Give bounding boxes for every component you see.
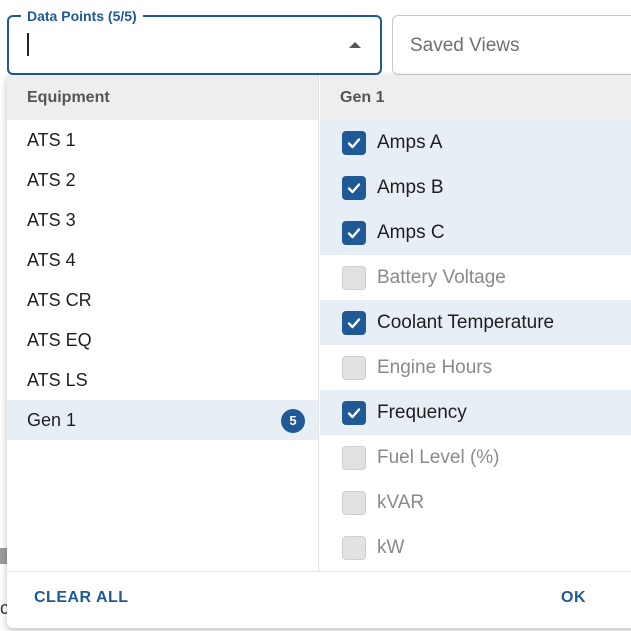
equipment-item[interactable]: Gen 1 5 (7, 400, 318, 440)
data-points-search-input[interactable] (25, 31, 325, 59)
ok-button[interactable]: OK (561, 589, 586, 607)
equipment-item-label: ATS 2 (27, 170, 76, 190)
equipment-item[interactable]: ATS CR (7, 280, 318, 320)
checkbox-unchecked-icon[interactable] (342, 445, 366, 470)
text-cursor (27, 33, 29, 56)
data-point-item[interactable]: Coolant Temperature (320, 300, 631, 345)
checkbox-checked-icon[interactable] (342, 400, 366, 425)
checkbox-unchecked-icon[interactable] (342, 490, 366, 515)
equipment-item[interactable]: ATS 2 (7, 160, 318, 200)
clear-all-button[interactable]: CLEAR ALL (34, 589, 129, 607)
equipment-item-label: Gen 1 (27, 410, 77, 430)
data-points-column: Gen 1 Amps A Amps B Amps C Battery Voltage C… (320, 75, 631, 571)
equipment-item-label: ATS CR (27, 290, 92, 310)
data-points-search-field[interactable]: Data Points (5/5) (7, 7, 382, 75)
data-point-item[interactable]: Amps B (320, 165, 631, 210)
data-point-item[interactable]: Frequency (320, 390, 631, 435)
data-point-item[interactable]: Engine Hours (320, 345, 631, 390)
data-point-item[interactable]: kVAR (320, 480, 631, 525)
checkbox-unchecked-icon[interactable] (342, 535, 366, 560)
equipment-item-label: ATS 1 (27, 130, 76, 150)
data-point-item[interactable]: Battery Voltage (320, 255, 631, 300)
checkbox-checked-icon[interactable] (342, 175, 366, 200)
equipment-item-label: ATS LS (27, 370, 88, 390)
checkbox-checked-icon[interactable] (342, 220, 366, 245)
checkbox-checked-icon[interactable] (342, 130, 366, 155)
data-point-label: Amps C (377, 221, 445, 243)
data-point-label: Coolant Temperature (377, 311, 555, 333)
equipment-item[interactable]: ATS 1 (7, 120, 318, 160)
popover-footer: CLEAR ALL OK (7, 571, 631, 628)
data-point-label: Amps A (377, 131, 443, 153)
data-points-header: Gen 1 (320, 75, 631, 120)
saved-views-select[interactable]: Saved Views (392, 15, 631, 75)
data-point-label: Amps B (377, 176, 444, 198)
collapse-arrow-icon[interactable] (349, 42, 361, 48)
selected-count-badge: 5 (281, 409, 305, 433)
equipment-item[interactable]: ATS 4 (7, 240, 318, 280)
data-point-item[interactable]: Amps A (320, 120, 631, 165)
data-points-list: Amps A Amps B Amps C Battery Voltage Coolant… (320, 120, 631, 570)
saved-views-label: Saved Views (410, 35, 520, 56)
equipment-column: Equipment ATS 1 ATS 2 ATS 3 ATS 4 ATS CR ATS … (7, 75, 319, 571)
data-points-popover: Equipment ATS 1 ATS 2 ATS 3 ATS 4 ATS CR ATS … (7, 75, 631, 628)
data-point-label: Engine Hours (377, 356, 493, 378)
equipment-header: Equipment (7, 75, 318, 120)
data-point-label: Frequency (377, 401, 467, 423)
data-point-label: kW (377, 536, 405, 558)
data-points-label: Data Points (5/5) (21, 7, 143, 25)
equipment-item[interactable]: ATS LS (7, 360, 318, 400)
data-point-label: kVAR (377, 491, 425, 513)
equipment-item-label: ATS EQ (27, 330, 92, 350)
data-point-item[interactable]: kW (320, 525, 631, 570)
checkbox-unchecked-icon[interactable] (342, 355, 366, 380)
equipment-list: ATS 1 ATS 2 ATS 3 ATS 4 ATS CR ATS EQ ATS LS Ge… (7, 120, 318, 440)
data-point-label: Fuel Level (%) (377, 446, 500, 468)
equipment-item[interactable]: ATS 3 (7, 200, 318, 240)
data-point-item[interactable]: Fuel Level (%) (320, 435, 631, 480)
data-point-item[interactable]: Amps C (320, 210, 631, 255)
equipment-item-label: ATS 3 (27, 210, 76, 230)
checkbox-unchecked-icon[interactable] (342, 265, 366, 290)
equipment-item[interactable]: ATS EQ (7, 320, 318, 360)
data-point-label: Battery Voltage (377, 266, 506, 288)
equipment-item-label: ATS 4 (27, 250, 76, 270)
checkbox-checked-icon[interactable] (342, 310, 366, 335)
